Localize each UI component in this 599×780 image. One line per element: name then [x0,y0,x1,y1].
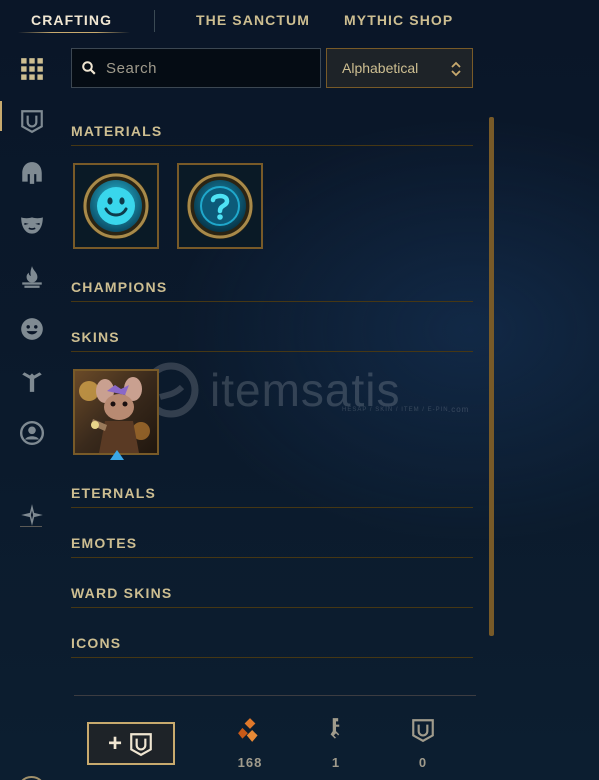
mystery-emote-orb-tile[interactable] [177,163,263,249]
section-title-ward-skins: WARD SKINS [71,585,173,601]
skin-mask-icon [21,217,43,234]
nav-divider [154,10,155,32]
sidebar-item-ward-skins[interactable] [18,367,46,395]
sidebar-item-emotes[interactable] [18,315,46,343]
sidebar-item-skins[interactable] [18,211,46,239]
ward-icon [22,372,42,392]
section-divider [71,657,473,658]
section-title-icons: ICONS [71,635,122,651]
search-icon [82,61,96,75]
section-divider [71,351,473,352]
category-sidebar: ? [0,45,62,780]
chest-icon [412,719,434,743]
grid-icon [21,58,43,80]
sort-selected-value: Alphabetical [342,60,419,76]
orange-essence-icon [238,718,258,742]
tab-crafting[interactable]: CRAFTING [31,12,112,28]
key-count: 1 [331,755,341,770]
help-button[interactable]: ? [17,776,46,780]
orange-essence-counter: 168 [230,717,270,770]
sidebar-item-eternals[interactable] [18,263,46,291]
rarity-triangle-icon [110,450,124,460]
search-box[interactable] [71,48,321,88]
section-divider [71,301,473,302]
section-title-champions: CHAMPIONS [71,279,168,295]
plus-label: + [107,729,122,757]
footer-divider [74,695,476,696]
top-navigation: CRAFTING THE SANCTUM MYTHIC SHOP [0,0,599,40]
watermark-subtext: HESAP / SKIN / ITEM / E-PIN [342,407,449,413]
champion-helmet-icon [22,162,42,184]
section-title-eternals: ETERNALS [71,485,157,501]
mystery-orb-icon [187,173,253,239]
chest-count: 0 [418,755,428,770]
section-divider [71,557,473,558]
chest-icon [21,110,43,134]
active-category-marker [0,101,2,131]
sidebar-item-chests[interactable] [18,107,46,135]
emote-orb-tile[interactable] [73,163,159,249]
scrollbar-thumb[interactable] [489,117,494,636]
sidebar-item-icons[interactable] [18,419,46,447]
section-title-skins: SKINS [71,329,120,345]
profile-icon [19,420,45,446]
eternals-flame-icon [22,266,42,288]
section-divider [71,145,473,146]
sort-dropdown[interactable]: Alphabetical [326,48,473,88]
section-divider [71,507,473,508]
section-title-emotes: EMOTES [71,535,138,551]
emote-face-icon [21,318,43,340]
watermark-logo: itemsatis HESAP / SKIN / ITEM / E-PIN .c… [143,362,468,418]
skin-splash-art [75,371,157,453]
skin-shard-tile[interactable] [73,369,159,455]
sort-arrows-icon [451,61,461,77]
section-divider [71,607,473,608]
section-title-materials: MATERIALS [71,123,163,139]
sidebar-item-loot-filter[interactable] [18,501,46,529]
watermark-domain: .com [448,405,470,414]
key-counter: 1 [316,717,356,770]
orange-essence-count: 168 [237,755,263,770]
tab-mythic-shop[interactable]: MYTHIC SHOP [344,12,453,28]
active-tab-underline [18,32,130,33]
tab-the-sanctum[interactable]: THE SANCTUM [196,12,310,28]
sidebar-item-champions[interactable] [18,159,46,187]
emote-orb-icon [83,173,149,239]
chest-icon [130,732,152,756]
search-input[interactable] [106,59,306,77]
chest-counter: 0 [403,717,443,770]
craft-key-button[interactable]: + [87,722,175,765]
sidebar-item-all[interactable] [18,55,46,83]
loot-filter-icon [21,504,43,526]
key-icon [330,718,340,739]
